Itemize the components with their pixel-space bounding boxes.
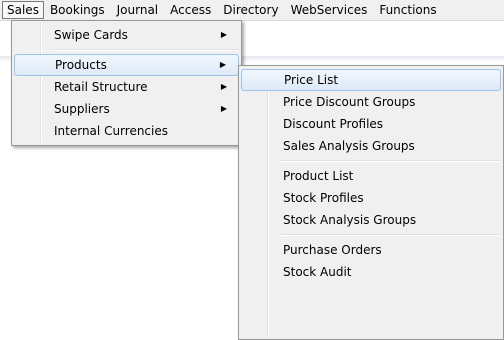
sales-dropdown-menu: Swipe Cards ▶ Products ▶ Retail Structur…	[11, 20, 242, 146]
menu-item-stock-audit[interactable]: Stock Audit	[241, 261, 501, 283]
submenu-arrow-icon: ▶	[219, 60, 226, 69]
menu-item-label: Stock Audit	[283, 265, 352, 279]
menu-access[interactable]: Access	[164, 1, 217, 19]
menu-item-internal-currencies[interactable]: Internal Currencies	[14, 120, 239, 142]
menu-item-label: Price Discount Groups	[283, 95, 416, 109]
menu-item-price-list[interactable]: Price List	[241, 69, 501, 91]
menu-item-label: Swipe Cards	[54, 28, 128, 42]
menu-item-stock-profiles[interactable]: Stock Profiles	[241, 187, 501, 209]
menu-item-label: Product List	[283, 169, 354, 183]
menu-item-products[interactable]: Products ▶	[14, 54, 239, 76]
menu-separator	[281, 234, 501, 236]
menu-bar: Sales Bookings Journal Access Directory …	[0, 0, 504, 21]
menu-item-swipe-cards[interactable]: Swipe Cards ▶	[14, 24, 239, 46]
menu-item-label: Discount Profiles	[283, 117, 384, 131]
products-submenu: Price List Price Discount Groups Discoun…	[238, 65, 504, 340]
menu-functions[interactable]: Functions	[373, 1, 442, 19]
menu-item-label: Stock Profiles	[283, 191, 364, 205]
menu-separator	[54, 49, 239, 51]
menu-item-price-discount-groups[interactable]: Price Discount Groups	[241, 91, 501, 113]
menu-directory[interactable]: Directory	[217, 1, 284, 19]
menu-item-sales-analysis-groups[interactable]: Sales Analysis Groups	[241, 135, 501, 157]
submenu-arrow-icon: ▶	[220, 30, 227, 39]
menu-item-product-list[interactable]: Product List	[241, 165, 501, 187]
menu-item-label: Stock Analysis Groups	[283, 213, 417, 227]
submenu-arrow-icon: ▶	[220, 104, 227, 113]
menu-item-label: Sales Analysis Groups	[283, 139, 415, 153]
menu-item-purchase-orders[interactable]: Purchase Orders	[241, 239, 501, 261]
menu-item-label: Suppliers	[54, 102, 110, 116]
menu-item-retail-structure[interactable]: Retail Structure ▶	[14, 76, 239, 98]
menu-journal[interactable]: Journal	[111, 1, 165, 19]
menu-bookings[interactable]: Bookings	[44, 1, 111, 19]
menu-item-label: Internal Currencies	[54, 124, 168, 138]
menu-separator	[281, 160, 501, 162]
menu-item-discount-profiles[interactable]: Discount Profiles	[241, 113, 501, 135]
menu-item-label: Retail Structure	[54, 80, 148, 94]
menu-item-label: Price List	[284, 73, 339, 87]
menu-item-label: Purchase Orders	[283, 243, 382, 257]
menu-item-suppliers[interactable]: Suppliers ▶	[14, 98, 239, 120]
menu-webservices[interactable]: WebServices	[285, 1, 374, 19]
menu-item-label: Products	[55, 58, 107, 72]
menu-item-stock-analysis-groups[interactable]: Stock Analysis Groups	[241, 209, 501, 231]
menu-sales[interactable]: Sales	[2, 1, 44, 19]
submenu-arrow-icon: ▶	[220, 82, 227, 91]
